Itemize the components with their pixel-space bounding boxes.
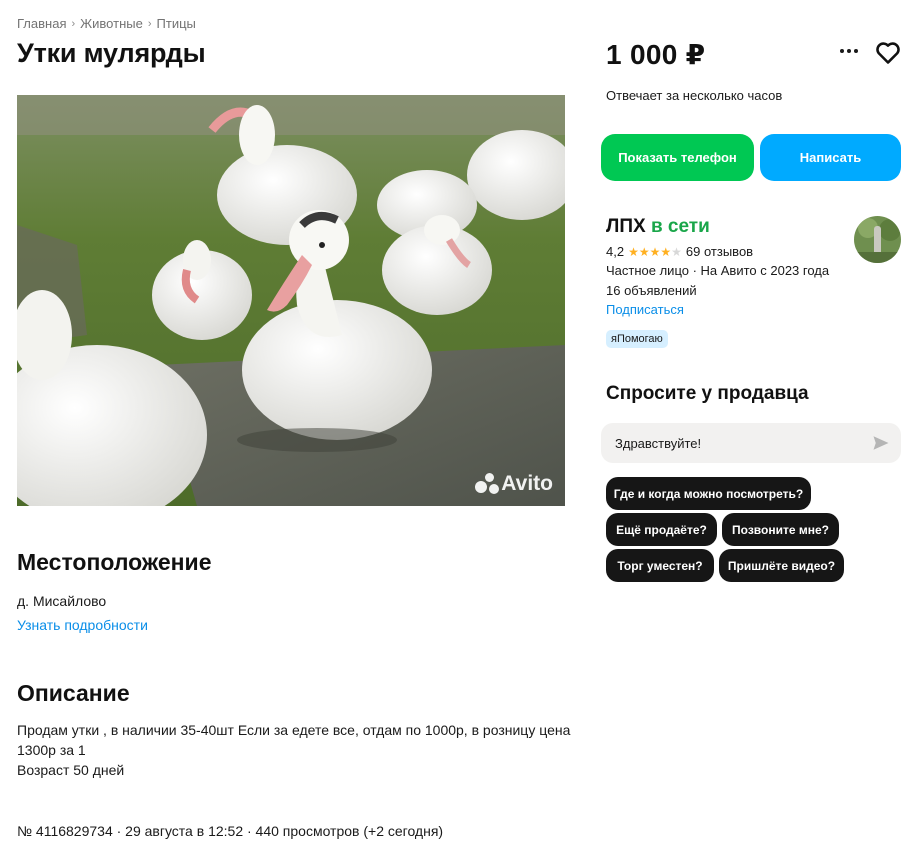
- quick-question-chip[interactable]: Пришлёте видео?: [719, 549, 844, 582]
- listing-title: Утки мулярды: [17, 38, 206, 68]
- star-empty-icon: ★: [671, 244, 682, 259]
- avito-logo-icon: [475, 473, 500, 495]
- avito-watermark: Avito: [475, 472, 553, 496]
- subscribe-link[interactable]: Подписаться: [606, 302, 684, 317]
- star-filled-icon: ★: [660, 244, 672, 259]
- description-line: Продам утки , в наличии 35-40шт Если за …: [17, 722, 571, 758]
- description-text: Продам утки , в наличии 35-40шт Если за …: [17, 720, 577, 780]
- quick-question-chip[interactable]: Позвоните мне?: [722, 513, 839, 546]
- quick-question-chip[interactable]: Где и когда можно посмотреть?: [606, 477, 811, 510]
- seller-ads-count[interactable]: 16 объявлений: [606, 283, 697, 298]
- location-place: д. Мисайлово: [17, 593, 107, 609]
- rating-stars: ★ ★ ★ ★ ★: [628, 246, 682, 258]
- watermark-text: Avito: [501, 472, 553, 495]
- location-details-link[interactable]: Узнать подробности: [17, 617, 148, 633]
- more-dots-icon[interactable]: [836, 40, 862, 62]
- listing-photo[interactable]: Avito: [17, 95, 565, 506]
- breadcrumb-animals[interactable]: Животные: [80, 16, 143, 31]
- online-status: в сети: [650, 216, 710, 237]
- show-phone-button[interactable]: Показать телефон: [601, 134, 754, 181]
- description-heading: Описание: [17, 680, 130, 706]
- reviews-link[interactable]: 69 отзывов: [686, 244, 753, 259]
- heart-outline-icon[interactable]: [874, 38, 902, 66]
- duck-photo-illustration: [17, 95, 565, 506]
- breadcrumb-home[interactable]: Главная: [17, 16, 66, 31]
- breadcrumb: Главная › Животные › Птицы: [17, 16, 196, 31]
- send-arrow-icon[interactable]: [872, 434, 890, 452]
- seller-rating: 4,2 ★ ★ ★ ★ ★ 69 отзывов: [606, 244, 753, 259]
- ya-pomogayu-badge[interactable]: яПомогаю: [606, 330, 668, 348]
- location-heading: Местоположение: [17, 549, 212, 575]
- listing-meta: № 4116829734 · 29 августа в 12:52 · 440 …: [17, 823, 444, 839]
- quick-question-chip[interactable]: Торг уместен?: [606, 549, 714, 582]
- price: 1 000 ₽: [606, 39, 706, 70]
- breadcrumb-separator: ›: [71, 17, 76, 30]
- ask-seller-heading: Спросите у продавца: [606, 383, 809, 404]
- seller-name-row[interactable]: ЛПХ в сети: [606, 216, 710, 238]
- write-message-button[interactable]: Написать: [760, 134, 901, 181]
- rating-value: 4,2: [606, 244, 625, 259]
- seller-type: Частное лицо · На Авито с 2023 года: [606, 263, 830, 278]
- breadcrumb-birds[interactable]: Птицы: [157, 16, 196, 31]
- message-input[interactable]: [601, 423, 901, 463]
- description-line: Возраст 50 дней: [17, 762, 125, 778]
- star-filled-icon: ★: [638, 244, 650, 259]
- avatar[interactable]: [854, 216, 901, 263]
- quick-question-chip[interactable]: Ещё продаёте?: [606, 513, 717, 546]
- star-filled-icon: ★: [628, 244, 639, 259]
- breadcrumb-separator: ›: [147, 17, 152, 30]
- seller-name[interactable]: ЛПХ: [606, 216, 646, 237]
- response-time: Отвечает за несколько часов: [606, 88, 783, 103]
- star-filled-icon: ★: [649, 244, 661, 259]
